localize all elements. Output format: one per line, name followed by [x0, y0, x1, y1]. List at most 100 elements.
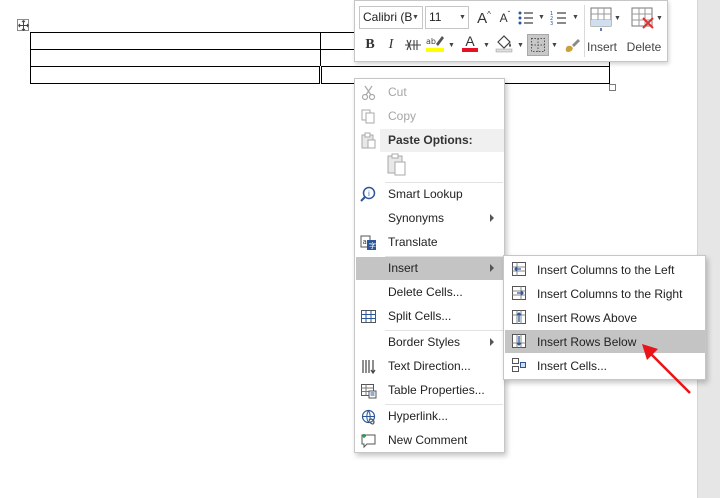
- menu-item-label: Synonyms: [388, 211, 445, 225]
- insert-label: Insert: [586, 40, 617, 54]
- svg-text:i: i: [368, 190, 370, 198]
- font-color-button[interactable]: A: [459, 32, 481, 54]
- font-name-value: Calibri (B: [363, 10, 413, 24]
- highlighter-icon: ab: [426, 36, 444, 52]
- chevron-down-icon[interactable]: ▼: [538, 14, 545, 21]
- insert-rows-above-icon: [512, 310, 526, 324]
- menu-item-hyperlink[interactable]: Hyperlink...: [356, 405, 504, 428]
- mini-toolbar: Calibri (B ▼ 11 ▼ A ^ Aˇ ▼ 1 2 3 ▼ B I a…: [354, 0, 668, 62]
- chevron-down-icon[interactable]: ▼: [448, 42, 455, 49]
- strikethrough-button[interactable]: [402, 34, 424, 56]
- chevron-down-icon[interactable]: ▼: [483, 42, 490, 49]
- submenu-item-insert-rows-above[interactable]: Insert Rows Above: [505, 306, 705, 329]
- menu-item-label: Copy: [388, 109, 417, 123]
- text-highlight-button[interactable]: ab: [424, 32, 446, 54]
- scissors-icon: [361, 85, 376, 101]
- menu-item-label: Text Direction...: [388, 359, 471, 373]
- table-move-handle-icon[interactable]: [17, 19, 29, 31]
- new-comment-icon: [361, 434, 376, 449]
- text-direction-icon: [362, 360, 376, 375]
- grow-font-button[interactable]: A ^: [473, 7, 495, 29]
- table-cell[interactable]: [30, 49, 321, 67]
- menu-item-translate[interactable]: a 字 Translate: [356, 231, 504, 254]
- chevron-right-icon: [490, 214, 494, 222]
- table-row: [30, 66, 610, 84]
- strikethrough-icon: [405, 39, 421, 51]
- annotation-arrow-icon: [642, 344, 691, 394]
- submenu-item-label: Insert Columns to the Left: [537, 263, 675, 277]
- chevron-down-icon[interactable]: ▼: [656, 15, 663, 22]
- submenu-item-label: Insert Rows Below: [537, 335, 637, 349]
- menu-item-smart-lookup[interactable]: i Smart Lookup: [356, 183, 504, 206]
- menu-item-label: Paste Options:: [388, 133, 473, 147]
- table-resize-handle[interactable]: [609, 84, 616, 91]
- chevron-down-icon[interactable]: ▼: [459, 14, 466, 21]
- menu-item-cut[interactable]: Cut: [356, 81, 504, 104]
- insert-columns-right-icon: [512, 286, 526, 300]
- chevron-down-icon[interactable]: ▼: [572, 14, 579, 21]
- delete-table-button[interactable]: ▼ Delete: [624, 4, 664, 60]
- menu-item-text-direction[interactable]: Text Direction...: [356, 355, 504, 378]
- format-painter-icon: [565, 39, 580, 52]
- insert-columns-left-icon: [512, 262, 526, 276]
- bullets-button[interactable]: [515, 7, 537, 29]
- menu-item-table-properties[interactable]: Table Properties...: [356, 379, 504, 402]
- submenu-item-label: Insert Cells...: [537, 359, 608, 373]
- insert-table-icon: [590, 7, 612, 31]
- svg-text:3: 3: [550, 21, 553, 26]
- format-painter-button[interactable]: [561, 34, 583, 56]
- paint-bucket-icon: [495, 35, 513, 53]
- keep-text-only-paste-icon[interactable]: [386, 153, 408, 177]
- menu-item-label: Delete Cells...: [388, 285, 463, 299]
- menu-item-new-comment[interactable]: New Comment: [356, 429, 504, 452]
- chevron-right-icon: [490, 264, 494, 272]
- svg-text:ab: ab: [426, 37, 436, 46]
- menu-item-label: Border Styles: [388, 335, 461, 349]
- chevron-down-icon[interactable]: ▼: [614, 15, 621, 22]
- svg-text:a: a: [363, 238, 367, 246]
- table-cell[interactable]: [30, 66, 321, 84]
- translate-icon: a 字: [360, 235, 376, 250]
- chevron-right-icon: [490, 338, 494, 346]
- chevron-down-icon[interactable]: ▼: [551, 42, 558, 49]
- svg-text:字: 字: [369, 241, 376, 250]
- italic-button[interactable]: I: [380, 34, 402, 56]
- chevron-down-icon[interactable]: ▼: [412, 14, 419, 21]
- menu-item-label: Cut: [388, 85, 407, 99]
- insert-rows-below-icon: [512, 334, 526, 348]
- copy-icon: [361, 109, 375, 124]
- menu-item-label: Table Properties...: [388, 383, 485, 397]
- hyperlink-icon: [361, 409, 376, 425]
- context-menu: Cut Copy Paste Options: i Smart Lookup S…: [354, 78, 505, 453]
- smart-lookup-icon: i: [360, 186, 376, 202]
- menu-item-label: Split Cells...: [388, 309, 452, 323]
- vertical-scrollbar[interactable]: [697, 0, 720, 498]
- menu-item-copy[interactable]: Copy: [356, 105, 504, 128]
- menu-item-synonyms[interactable]: Synonyms: [356, 207, 504, 230]
- numbering-icon: 1 2 3: [550, 11, 566, 26]
- menu-item-split-cells[interactable]: Split Cells...: [356, 305, 504, 328]
- borders-button[interactable]: [527, 34, 549, 56]
- insert-table-button[interactable]: ▼ Insert: [584, 4, 621, 60]
- menu-item-border-styles[interactable]: Border Styles: [356, 331, 504, 354]
- chevron-down-icon[interactable]: ▼: [517, 42, 524, 49]
- insert-cells-icon: [512, 358, 526, 372]
- shading-button[interactable]: [493, 32, 515, 54]
- bullets-icon: [518, 11, 533, 25]
- submenu-item-label: Insert Rows Above: [537, 311, 638, 325]
- submenu-item-insert-columns-left[interactable]: Insert Columns to the Left: [505, 258, 705, 281]
- submenu-item-insert-columns-right[interactable]: Insert Columns to the Right: [505, 282, 705, 305]
- paste-options-header: Paste Options:: [380, 129, 504, 152]
- font-size-value: 11: [429, 10, 442, 24]
- delete-label: Delete: [626, 40, 662, 54]
- menu-item-insert[interactable]: Insert: [356, 257, 504, 280]
- table-cell[interactable]: [30, 32, 321, 50]
- document-canvas[interactable]: [0, 0, 697, 498]
- submenu-item-label: Insert Columns to the Right: [537, 287, 683, 301]
- shrink-font-button[interactable]: Aˇ: [494, 7, 516, 29]
- numbering-button[interactable]: 1 2 3: [548, 7, 570, 29]
- menu-item-label: Insert: [388, 261, 419, 275]
- bold-button[interactable]: B: [359, 34, 381, 56]
- menu-item-delete-cells[interactable]: Delete Cells...: [356, 281, 504, 304]
- menu-item-label: Smart Lookup: [388, 187, 463, 201]
